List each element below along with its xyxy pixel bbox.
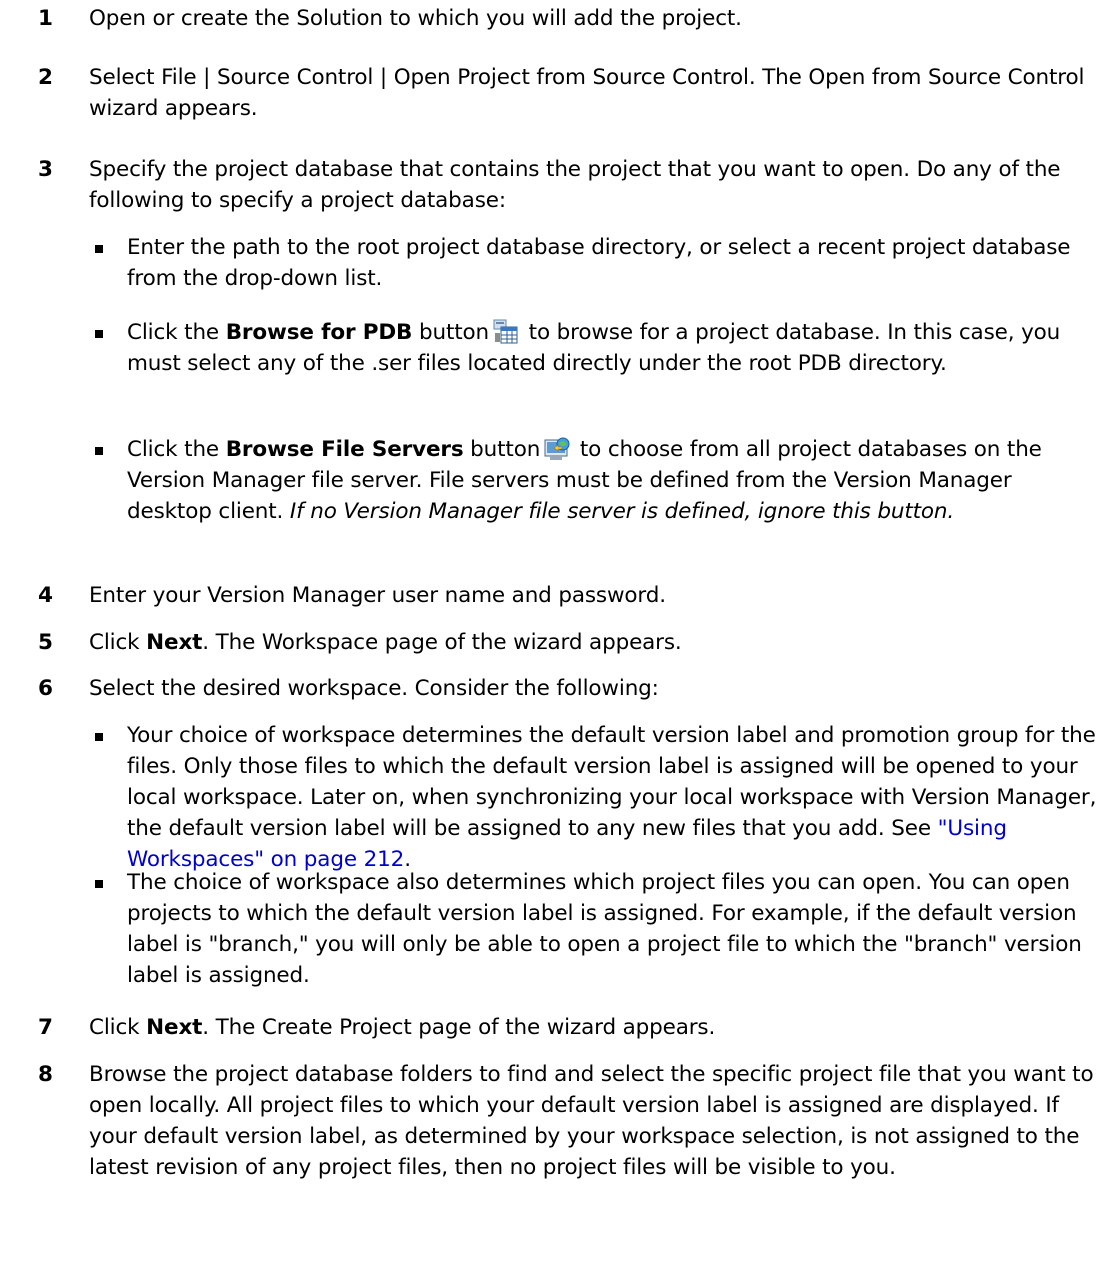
bullet-browse-pdb: Click the Browse for PDB button to brows… — [89, 317, 1100, 379]
step-text-post: . The Create Project page of the wizard … — [202, 1015, 716, 1040]
bullet-text-pre: Click the — [127, 320, 226, 345]
bullet-text: Your choice of workspace determines the … — [127, 720, 1100, 875]
step-text-pre: Click — [89, 1015, 147, 1040]
step-number: 5 — [38, 630, 53, 655]
next-label: Next — [146, 630, 203, 655]
document-page: { "steps": { "s1": { "num": "1", "text":… — [0, 0, 1105, 1287]
bullet-workspace-projects: The choice of workspace also determines … — [89, 867, 1100, 991]
bullet-marker — [95, 733, 103, 741]
step-2: 2 Select File | Source Control | Open Pr… — [38, 62, 1100, 124]
next-label: Next — [146, 1015, 203, 1040]
step-number: 7 — [38, 1015, 53, 1040]
step-text: Enter your Version Manager user name and… — [89, 583, 666, 608]
step-3: 3 Specify the project database that cont… — [38, 154, 1100, 216]
bullet-browse-file-servers: Click the Browse File Servers button to … — [89, 434, 1100, 527]
browse-file-servers-icon — [544, 436, 570, 462]
step-text: Open or create the Solution to which you… — [89, 6, 742, 31]
bullet-text-mid: button — [412, 320, 489, 345]
bullet-text-mid: button — [463, 437, 541, 462]
step-4: 4 Enter your Version Manager user name a… — [38, 580, 1100, 611]
step-text: Select the desired workspace. Consider t… — [89, 676, 659, 701]
bullet-text: The choice of workspace also determines … — [127, 870, 1082, 988]
step-text: Click Next. The Workspace page of the wi… — [89, 627, 1100, 658]
bullet-marker — [95, 880, 103, 888]
bullet-italic-note: If no Version Manager file server is def… — [289, 499, 955, 524]
step-number: 2 — [38, 65, 53, 90]
step-number: 3 — [38, 157, 53, 182]
step-text: Click Next. The Create Project page of t… — [89, 1012, 1100, 1043]
browse-pdb-icon — [493, 319, 519, 345]
step-6: 6 Select the desired workspace. Consider… — [38, 673, 1100, 704]
step-1: 1 Open or create the Solution to which y… — [38, 3, 1100, 34]
step-number: 4 — [38, 583, 53, 608]
bullet-text: Enter the path to the root project datab… — [127, 235, 1071, 291]
step-5: 5 Click Next. The Workspace page of the … — [38, 627, 1100, 658]
step-text: Specify the project database that contai… — [89, 157, 1061, 213]
step-text-post: . The Workspace page of the wizard appea… — [202, 630, 682, 655]
bullet-workspace-choice: Your choice of workspace determines the … — [89, 720, 1100, 875]
bullet-text: Click the Browse for PDB button to brows… — [127, 317, 1100, 379]
step-text-pre: Click — [89, 630, 147, 655]
step-text: Browse the project database folders to f… — [89, 1062, 1094, 1180]
bullet-text-pre: Click the — [127, 437, 226, 462]
step-number: 6 — [38, 676, 53, 701]
step-8: 8 Browse the project database folders to… — [38, 1059, 1100, 1183]
bullet-marker — [95, 447, 103, 455]
bullet-text: Click the Browse File Servers button to … — [127, 434, 1100, 527]
step-number: 1 — [38, 6, 53, 31]
bullet-enter-path: Enter the path to the root project datab… — [89, 232, 1100, 294]
bullet-marker — [95, 330, 103, 338]
browse-for-pdb-label: Browse for PDB — [225, 320, 413, 345]
step-text: Select File | Source Control | Open Proj… — [89, 65, 1085, 121]
bullet-marker — [95, 245, 103, 253]
step-number: 8 — [38, 1062, 53, 1087]
browse-file-servers-label: Browse File Servers — [225, 437, 464, 462]
step-7: 7 Click Next. The Create Project page of… — [38, 1012, 1100, 1043]
